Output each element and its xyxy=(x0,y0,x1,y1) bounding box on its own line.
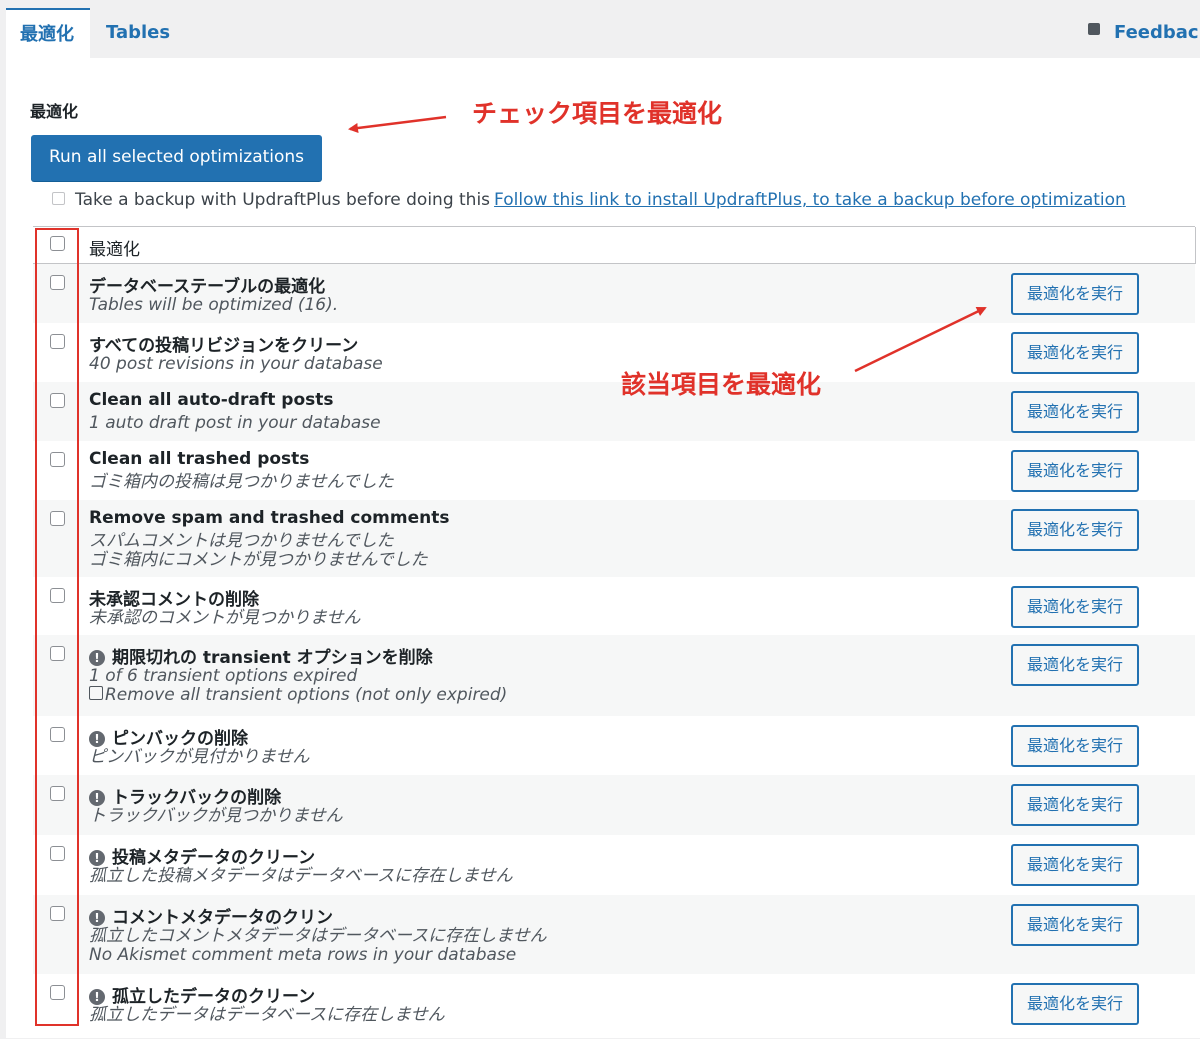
annotation-middle: 該当項目を最適化 xyxy=(621,370,822,399)
top-annotation-arrow xyxy=(348,115,447,133)
annotation-top: チェック項目を最適化 xyxy=(472,99,723,128)
annotation-arrows xyxy=(348,115,987,373)
middle-annotation-arrow xyxy=(854,306,987,373)
